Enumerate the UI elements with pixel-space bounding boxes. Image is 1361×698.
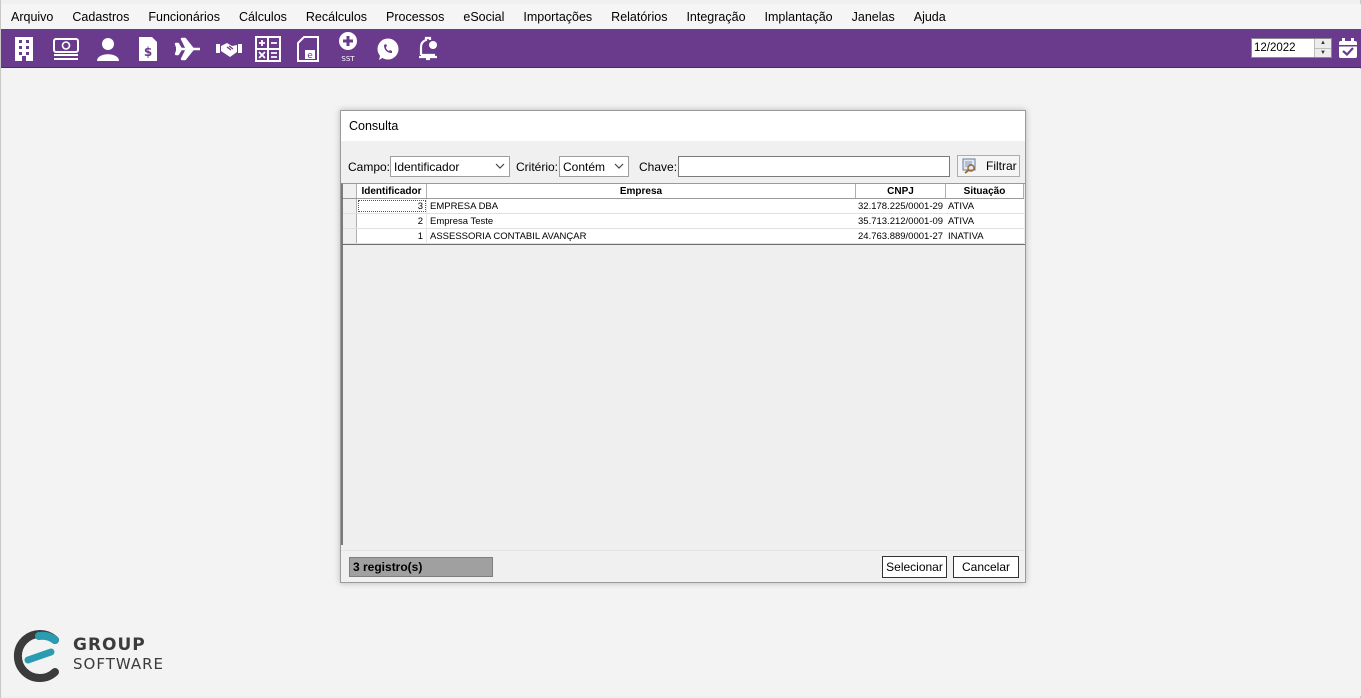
brand-line1: GROUP <box>73 635 146 655</box>
period-input[interactable] <box>1252 39 1312 57</box>
cell-situacao[interactable]: INATIVA <box>946 229 1024 243</box>
chave-label: Chave: <box>639 160 678 174</box>
row-indicator <box>343 214 357 228</box>
brand-logo: GROUP SOFTWARE <box>11 628 164 683</box>
svg-text:e: e <box>307 51 313 61</box>
dialog-title: Consulta <box>341 111 1025 141</box>
whatsapp-icon[interactable] <box>372 33 404 65</box>
building-icon[interactable] <box>8 33 40 65</box>
col-identificador[interactable]: Identificador <box>357 184 427 198</box>
dialog-footer: 3 registro(s) Selecionar Cancelar <box>341 550 1025 582</box>
selecionar-button[interactable]: Selecionar <box>882 556 947 578</box>
period-field: ▲ ▼ <box>1251 38 1332 58</box>
table-row[interactable]: 2 Empresa Teste 35.713.212/0001-09 ATIVA <box>343 214 1024 229</box>
col-empresa[interactable]: Empresa <box>427 184 856 198</box>
cell-cnpj[interactable]: 32.178.225/0001-29 <box>856 199 946 213</box>
spin-up-icon[interactable]: ▲ <box>1315 39 1331 49</box>
menu-ajuda[interactable]: Ajuda <box>914 10 946 24</box>
campo-select[interactable]: Identificador <box>390 156 510 177</box>
menu-relatorios[interactable]: Relatórios <box>611 10 667 24</box>
criterio-label: Critério: <box>516 160 559 174</box>
grid-header: Identificador Empresa CNPJ Situação <box>343 184 1024 199</box>
filter-button[interactable]: Filtrar <box>957 155 1020 177</box>
consulta-dialog: Consulta Campo: Identificador Critério: … <box>340 110 1026 583</box>
row-indicator-header <box>343 184 357 198</box>
menu-importacoes[interactable]: Importações <box>523 10 592 24</box>
menu-funcionarios[interactable]: Funcionários <box>148 10 220 24</box>
menu-esocial[interactable]: eSocial <box>463 10 504 24</box>
cell-empresa[interactable]: Empresa Teste <box>427 214 856 228</box>
menu-recalculos[interactable]: Recálculos <box>306 10 367 24</box>
grid-end-line <box>343 244 1025 245</box>
cell-id[interactable]: 3 <box>357 199 427 213</box>
criterio-select-value: Contém <box>563 159 606 174</box>
table-row[interactable]: 3 EMPRESA DBA 32.178.225/0001-29 ATIVA <box>343 199 1024 214</box>
menu-bar: Arquivo Cadastros Funcionários Cálculos … <box>1 4 1361 29</box>
chevron-down-icon <box>614 163 624 169</box>
brand-name: GROUP SOFTWARE <box>73 636 164 674</box>
cell-id[interactable]: 2 <box>357 214 427 228</box>
cell-situacao[interactable]: ATIVA <box>946 199 1024 213</box>
brand-line2: SOFTWARE <box>73 655 165 673</box>
record-count: 3 registro(s) <box>349 557 493 577</box>
receipt-icon[interactable]: $ <box>132 33 164 65</box>
money-icon[interactable] <box>50 33 82 65</box>
calculator-icon[interactable] <box>252 33 284 65</box>
menu-arquivo[interactable]: Arquivo <box>11 10 53 24</box>
campo-select-value: Identificador <box>394 159 460 174</box>
group-software-logo-icon <box>13 630 59 682</box>
menu-calculos[interactable]: Cálculos <box>239 10 287 24</box>
period-spinner[interactable]: ▲ ▼ <box>1314 39 1331 57</box>
svg-text:SST: SST <box>341 55 355 63</box>
row-indicator <box>343 199 357 213</box>
cell-empresa[interactable]: ASSESSORIA CONTABIL AVANÇAR <box>427 229 856 243</box>
menu-cadastros[interactable]: Cadastros <box>72 10 129 24</box>
svg-text:$: $ <box>144 45 152 59</box>
spin-down-icon[interactable]: ▼ <box>1315 48 1331 57</box>
menu-integracao[interactable]: Integração <box>686 10 745 24</box>
cell-id[interactable]: 1 <box>357 229 427 243</box>
menu-implantacao[interactable]: Implantação <box>765 10 833 24</box>
table-row[interactable]: 1 ASSESSORIA CONTABIL AVANÇAR 24.763.889… <box>343 229 1024 244</box>
document-e-icon[interactable]: e <box>292 33 324 65</box>
toolbar: $ e SST ▲ ▼ <box>1 29 1361 68</box>
cancelar-button[interactable]: Cancelar <box>953 556 1019 578</box>
row-indicator <box>343 229 357 243</box>
user-icon[interactable] <box>92 33 124 65</box>
chevron-down-icon <box>495 163 505 169</box>
filter-button-label: Filtrar <box>986 159 1017 173</box>
criterio-select[interactable]: Contém <box>559 156 629 177</box>
sst-icon[interactable]: SST <box>332 31 364 63</box>
cell-situacao[interactable]: ATIVA <box>946 214 1024 228</box>
chave-input[interactable] <box>678 156 950 177</box>
filter-search-icon <box>962 158 976 174</box>
calendar-check-icon[interactable] <box>1337 37 1359 59</box>
bell-icon[interactable] <box>412 33 444 65</box>
cell-cnpj[interactable]: 24.763.889/0001-27 <box>856 229 946 243</box>
col-cnpj[interactable]: CNPJ <box>856 184 946 198</box>
campo-label: Campo: <box>348 160 391 174</box>
menu-processos[interactable]: Processos <box>386 10 444 24</box>
app-window: Arquivo Cadastros Funcionários Cálculos … <box>0 0 1361 698</box>
handshake-icon[interactable] <box>213 33 245 65</box>
cell-empresa[interactable]: EMPRESA DBA <box>427 199 856 213</box>
filter-bar: Campo: Identificador Critério: Contém Ch… <box>341 153 1025 181</box>
col-situacao[interactable]: Situação <box>946 184 1024 198</box>
results-grid[interactable]: Identificador Empresa CNPJ Situação 3 EM… <box>341 183 1025 545</box>
menu-janelas[interactable]: Janelas <box>852 10 895 24</box>
airplane-icon[interactable] <box>172 33 204 65</box>
cell-cnpj[interactable]: 35.713.212/0001-09 <box>856 214 946 228</box>
